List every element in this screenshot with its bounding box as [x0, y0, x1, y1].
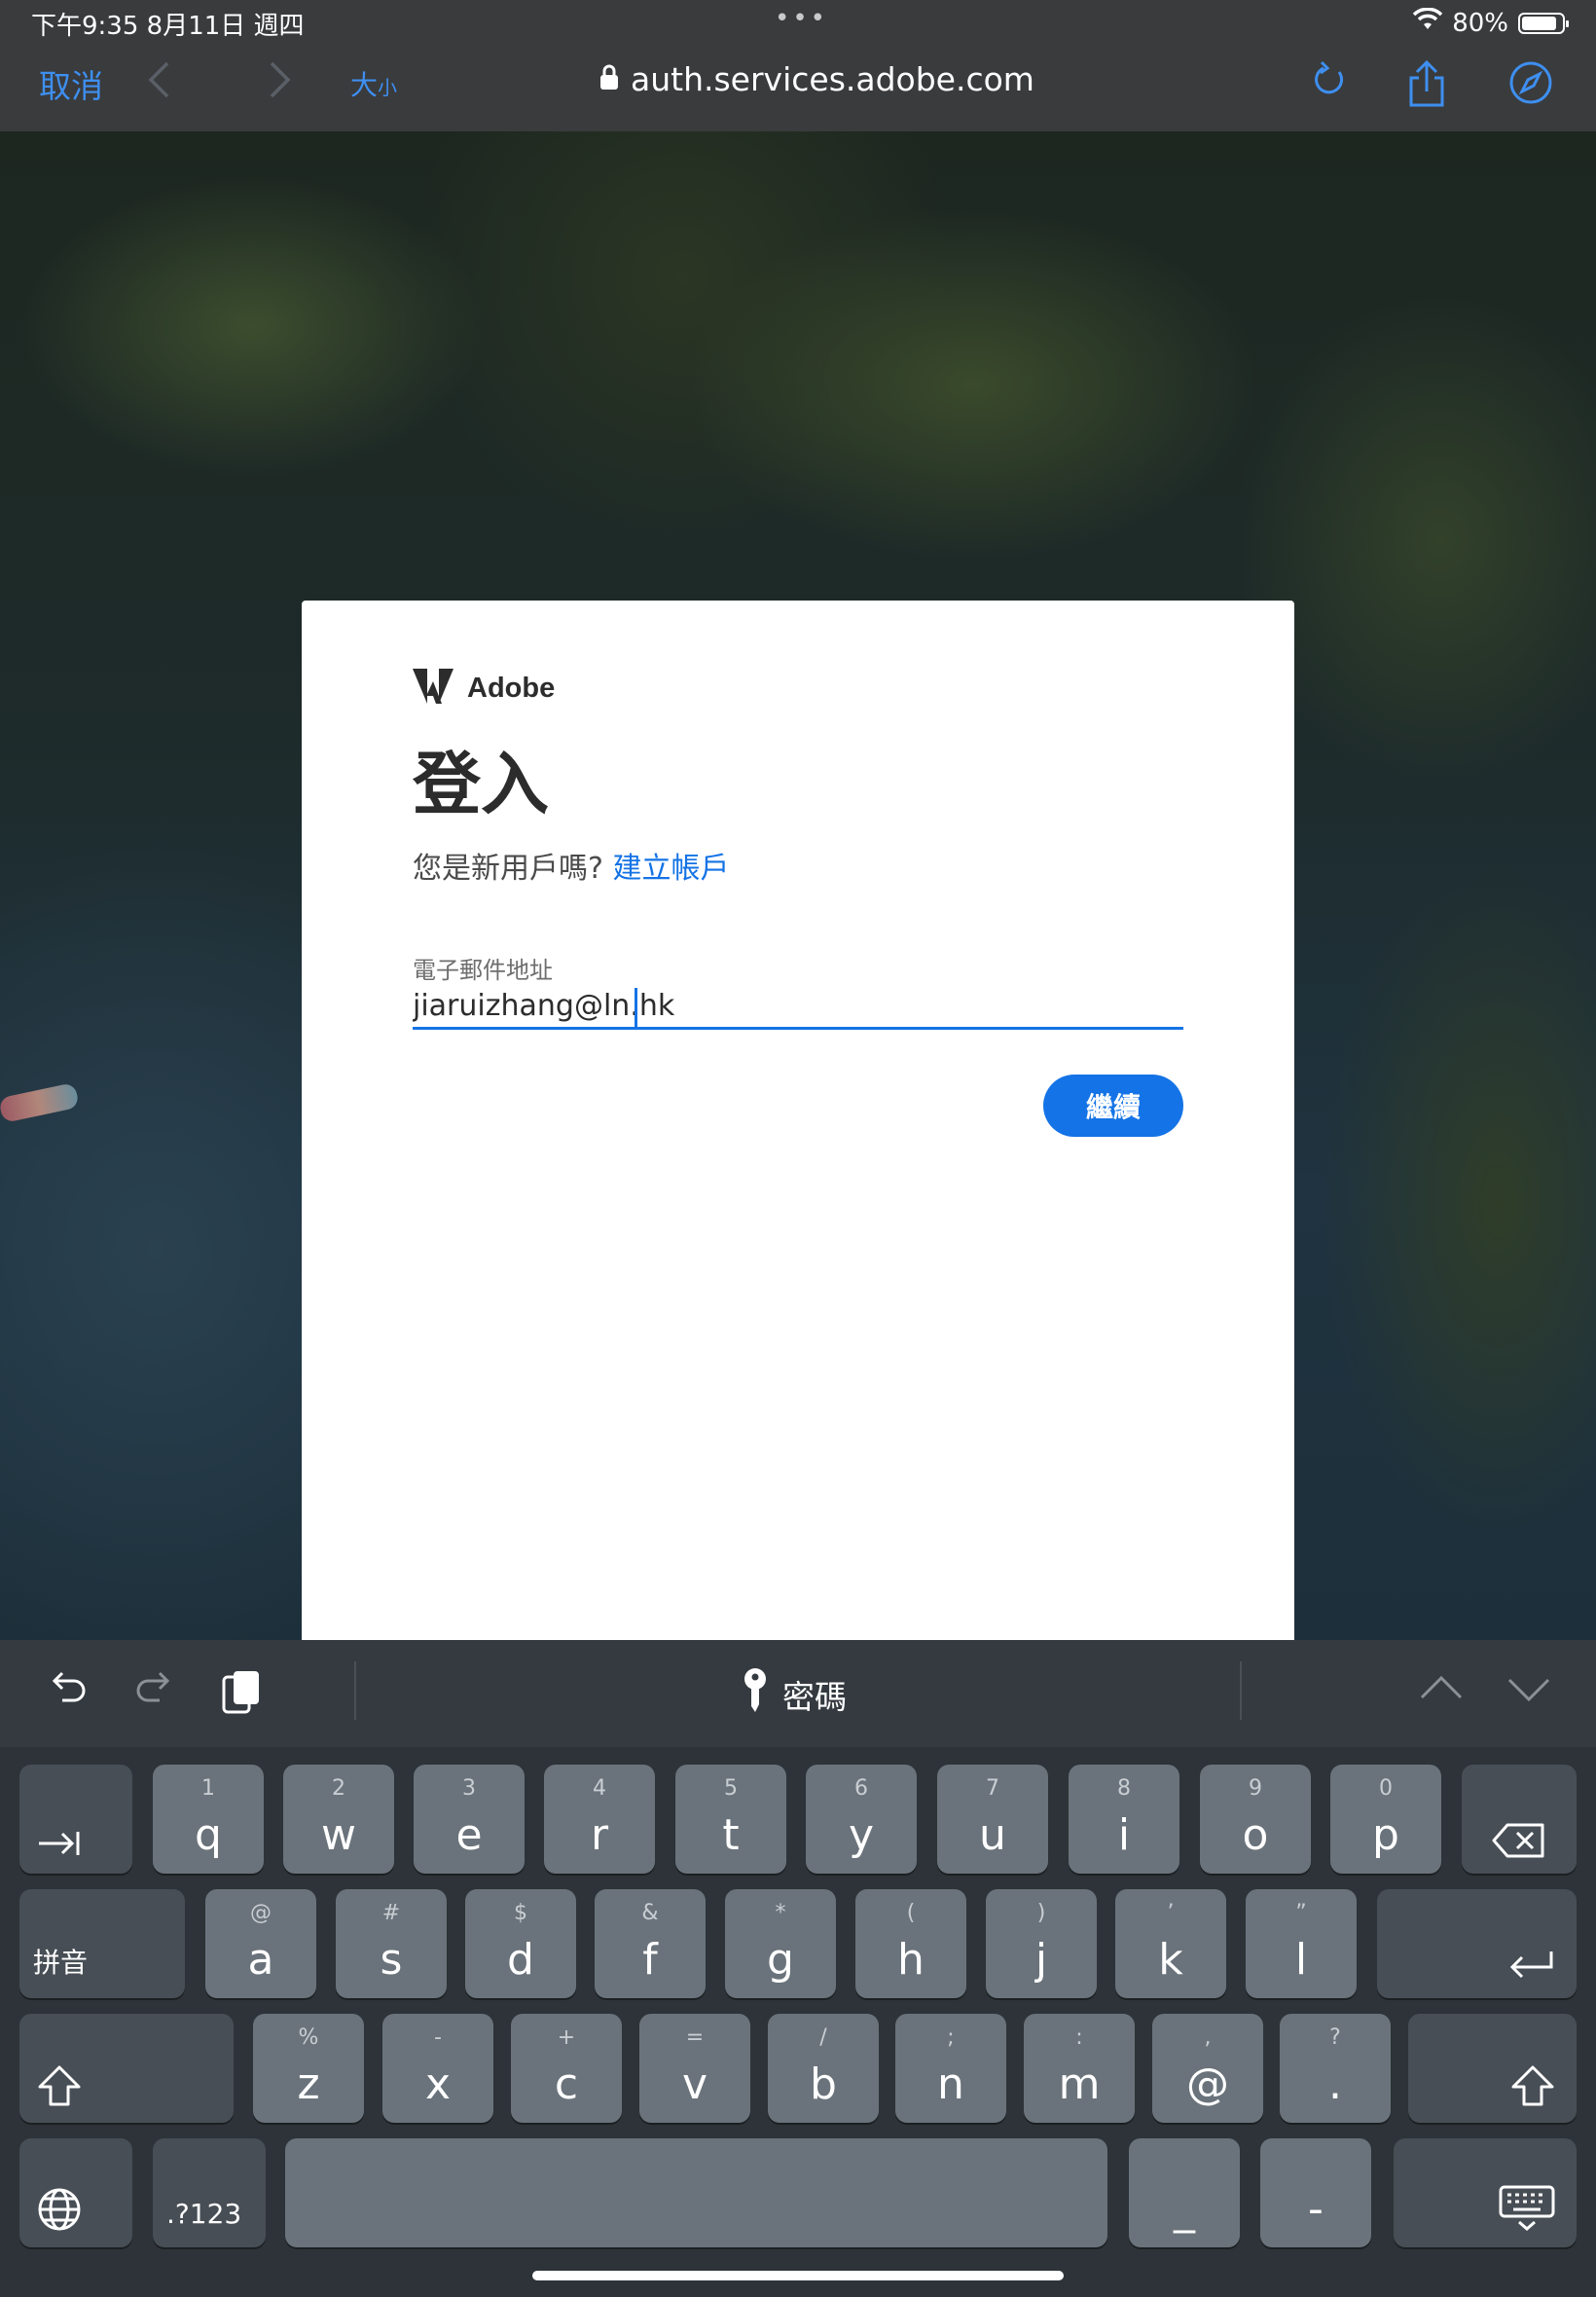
key-w[interactable]: 2w — [283, 1765, 394, 1874]
tab-key[interactable] — [19, 1765, 132, 1874]
key-i[interactable]: 8i — [1069, 1765, 1179, 1874]
keyboard-shortcut-bar: 密碼 — [0, 1640, 1596, 1747]
email-field[interactable] — [413, 984, 1183, 1030]
key-at[interactable]: , @ — [1152, 2014, 1263, 2123]
new-user-text: 您是新用戶嗎? — [413, 852, 603, 886]
key-n[interactable]: ; n — [895, 2014, 1006, 2123]
key-h[interactable]: (h — [855, 1889, 966, 1998]
delete-icon — [1462, 1823, 1577, 1858]
signin-card: Adobe 登入 您是新用戶嗎? 建立帳戶 電子郵件地址 繼續 — [302, 601, 1294, 1640]
battery-icon — [1518, 12, 1569, 34]
key-j[interactable]: ) j — [986, 1889, 1097, 1998]
key-o[interactable]: 9o — [1200, 1765, 1311, 1874]
toolbar-divider — [354, 1661, 356, 1720]
continue-button[interactable]: 繼續 — [1043, 1075, 1183, 1137]
create-account-link[interactable]: 建立帳戶 — [612, 852, 729, 886]
key-l[interactable]: ” l — [1246, 1889, 1357, 1998]
pinyin-key[interactable]: 拼音 — [19, 1889, 185, 1998]
cancel-button[interactable]: 取消 — [39, 60, 103, 107]
return-key[interactable] — [1377, 1889, 1577, 1998]
onscreen-keyboard: 密碼 1q 2w 3e 4r 5t 6y 7u 8i 9o 0p 拼音 @ a #… — [0, 1640, 1596, 2297]
key-v[interactable]: = v — [639, 2014, 750, 2123]
globe-icon — [19, 2187, 132, 2232]
text-size-button[interactable]: 大小 — [350, 64, 397, 103]
compass-icon[interactable] — [1508, 60, 1553, 109]
chevron-down-icon[interactable] — [1506, 1675, 1551, 1708]
delete-key[interactable] — [1462, 1765, 1577, 1874]
url-text: auth.services.adobe.com — [631, 60, 1034, 98]
key-m[interactable]: :m — [1024, 2014, 1135, 2123]
share-icon[interactable] — [1405, 59, 1448, 111]
key-y[interactable]: 6y — [806, 1765, 917, 1874]
forward-chevron-icon[interactable] — [268, 60, 293, 103]
undo-icon[interactable] — [47, 1667, 90, 1714]
numbers-key[interactable]: .?123 — [153, 2138, 266, 2247]
chevron-up-icon[interactable] — [1419, 1673, 1464, 1706]
reload-icon[interactable] — [1310, 60, 1349, 103]
lock-icon — [599, 60, 619, 98]
multitasking-dots[interactable]: ••• — [775, 4, 828, 33]
key-b[interactable]: / b — [768, 2014, 879, 2123]
key-e[interactable]: 3e — [414, 1765, 525, 1874]
text-size-small: 小 — [378, 76, 398, 99]
key-t[interactable]: 5t — [675, 1765, 786, 1874]
text-size-large: 大 — [350, 69, 379, 101]
key-s[interactable]: # s — [336, 1889, 447, 1998]
status-time: 下午9:35 8月11日 週四 — [31, 12, 305, 41]
home-indicator[interactable] — [532, 2271, 1064, 2280]
key-r[interactable]: 4r — [544, 1765, 655, 1874]
wifi-icon — [1412, 7, 1443, 38]
keyboard-dismiss-icon — [1394, 2185, 1577, 2232]
adobe-logo-icon — [413, 669, 453, 708]
key-c[interactable]: + c — [511, 2014, 622, 2123]
key-z[interactable]: % z — [253, 2014, 364, 2123]
globe-key[interactable] — [19, 2138, 132, 2247]
safari-toolbar: 下午9:35 8月11日 週四 ••• 80% 取消 大小 auth.servi… — [0, 0, 1596, 131]
adobe-logo-text: Adobe — [467, 672, 556, 704]
page-title: 登入 — [413, 745, 549, 824]
password-suggestion[interactable]: 密碼 — [742, 1667, 847, 1722]
back-chevron-icon[interactable] — [146, 60, 171, 103]
swimmer-figure — [0, 1081, 80, 1124]
key-g[interactable]: * g — [725, 1889, 836, 1998]
tab-icon — [19, 1829, 132, 1858]
shift-icon — [1408, 2064, 1577, 2107]
status-indicators: 80% — [1412, 7, 1569, 38]
adobe-logo: Adobe — [413, 669, 555, 708]
key-u[interactable]: 7u — [937, 1765, 1048, 1874]
shift-key-right[interactable] — [1408, 2014, 1577, 2123]
new-user-prompt: 您是新用戶嗎? 建立帳戶 — [413, 844, 729, 887]
key-d[interactable]: $ d — [465, 1889, 576, 1998]
toolbar-divider — [1240, 1661, 1242, 1720]
key-dash[interactable]: - — [1260, 2138, 1371, 2247]
key-underscore[interactable]: _ — [1129, 2138, 1240, 2247]
password-suggestion-label: 密碼 — [782, 1678, 847, 1716]
shift-icon — [19, 2064, 234, 2107]
key-q[interactable]: 1q — [153, 1765, 264, 1874]
address-bar[interactable]: auth.services.adobe.com — [599, 60, 1034, 98]
dismiss-keyboard-key[interactable] — [1394, 2138, 1577, 2247]
key-a[interactable]: @ a — [205, 1889, 316, 1998]
key-period[interactable]: ?. — [1280, 2014, 1391, 2123]
key-k[interactable]: ’ k — [1115, 1889, 1226, 1998]
key-icon — [742, 1667, 769, 1722]
redo-icon[interactable] — [132, 1667, 175, 1714]
key-x[interactable]: -x — [382, 2014, 493, 2123]
key-p[interactable]: 0p — [1330, 1765, 1441, 1874]
space-key[interactable] — [285, 2138, 1107, 2247]
shift-key-left[interactable] — [19, 2014, 234, 2123]
battery-percent: 80% — [1452, 8, 1508, 38]
paste-icon[interactable] — [220, 1667, 263, 1722]
key-f[interactable]: & f — [595, 1889, 706, 1998]
return-icon — [1377, 1950, 1577, 1983]
email-label: 電子郵件地址 — [413, 957, 553, 984]
text-caret — [635, 988, 637, 1027]
